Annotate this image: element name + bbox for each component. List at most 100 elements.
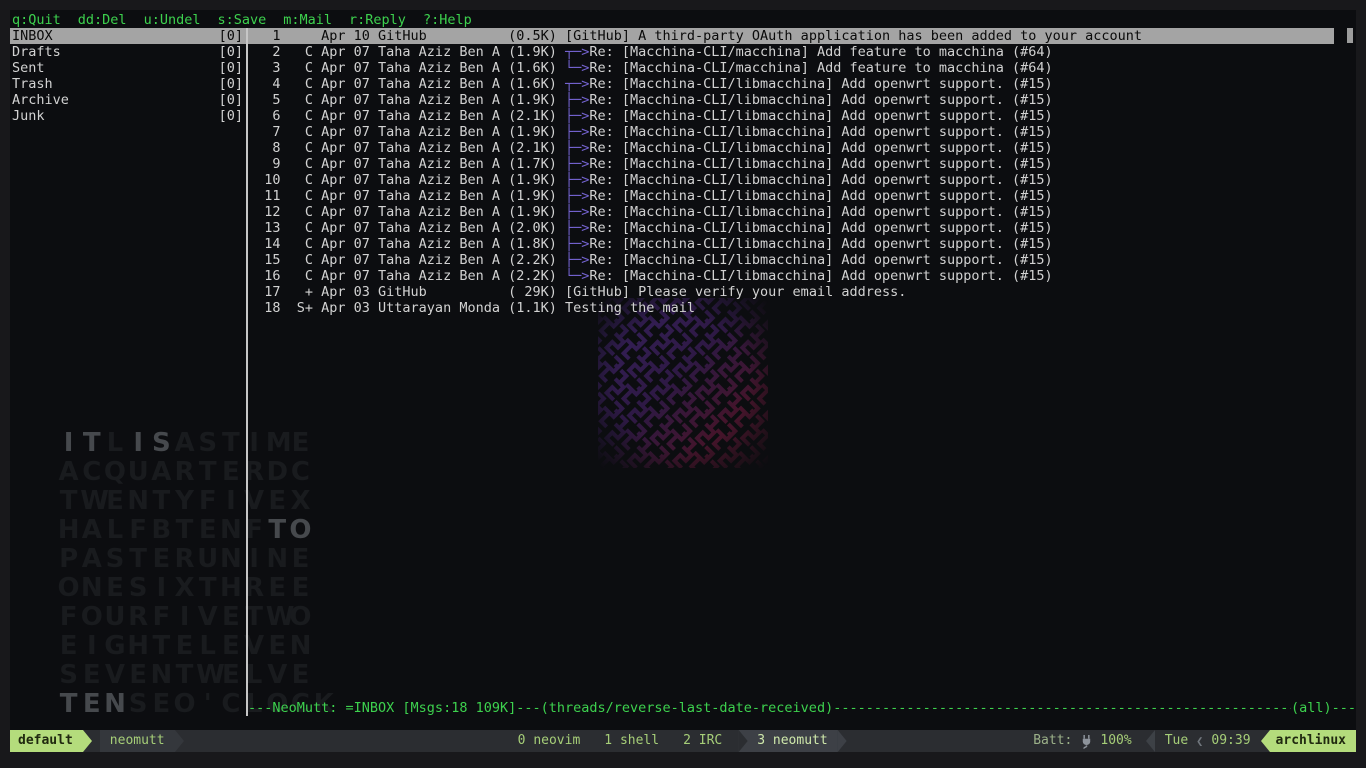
mail-row-meta: 7 C Apr 07 Taha Aziz Ben A (1.9K)	[248, 124, 565, 140]
wordclock-row-3: TWENTYFIVEX	[57, 487, 335, 516]
mail-row-12[interactable]: 12 C Apr 07 Taha Aziz Ben A (1.9K) ├─>Re…	[248, 204, 1334, 220]
mail-row-1[interactable]: 1 Apr 10 GitHub (0.5K) [GitHub] A third-…	[248, 28, 1334, 44]
thread-tree-icon: ├─>	[565, 252, 589, 268]
wordclock-letter: F	[57, 603, 80, 632]
sidebar-mailbox-drafts[interactable]: Drafts[0]	[10, 44, 246, 60]
wordclock-letter: O	[289, 603, 312, 632]
wordclock-letter: S	[196, 429, 219, 458]
mail-row-8[interactable]: 8 C Apr 07 Taha Aziz Ben A (2.1K) ├─>Re:…	[248, 140, 1334, 156]
wordclock-letter: U	[196, 545, 219, 574]
sidebar-mailbox-sent[interactable]: Sent[0]	[10, 60, 246, 76]
mail-row-16[interactable]: 16 C Apr 07 Taha Aziz Ben A (2.2K) └─>Re…	[248, 268, 1334, 284]
wordclock-letter: A	[57, 458, 80, 487]
thread-tree-icon: ├─>	[565, 108, 589, 124]
mail-subject: Re: [Macchina-CLI/libmacchina] Add openw…	[589, 76, 1052, 92]
wordclock-letter: N	[219, 545, 242, 574]
wordclock-letter: A	[173, 429, 196, 458]
wordclock-letter: E	[80, 690, 103, 719]
wordclock-letter: S	[103, 545, 126, 574]
wordclock-row-5: PASTERUNINE	[57, 545, 335, 574]
tmux-right-status: Batt: 100% Tue ❮ 09:39 archlinux	[1033, 730, 1356, 752]
wordclock-letter: T	[150, 487, 173, 516]
menu-item-help[interactable]: ?:Help	[423, 12, 472, 28]
mail-row-meta: 4 C Apr 07 Taha Aziz Ben A (1.6K)	[248, 76, 565, 92]
tmux-window-IRC[interactable]: 2 IRC	[671, 730, 734, 752]
wordclock-letter: E	[289, 661, 312, 690]
wordclock-letter: T	[150, 632, 173, 661]
mail-row-meta: 13 C Apr 07 Taha Aziz Ben A (2.0K)	[248, 220, 565, 236]
mail-row-11[interactable]: 11 C Apr 07 Taha Aziz Ben A (1.9K) ├─>Re…	[248, 188, 1334, 204]
wordclock-row-4: HALFBTENFTO	[57, 516, 335, 545]
mailbox-name: Trash	[12, 76, 53, 92]
sidebar-mailbox-archive[interactable]: Archive[0]	[10, 92, 246, 108]
menu-item-undelete[interactable]: u:Undel	[144, 12, 201, 28]
mail-row-6[interactable]: 6 C Apr 07 Taha Aziz Ben A (2.1K) ├─>Re:…	[248, 108, 1334, 124]
clock-time: 09:39	[1211, 730, 1250, 752]
wordclock-letter: L	[103, 516, 126, 545]
mail-subject: Re: [Macchina-CLI/libmacchina] Add openw…	[589, 252, 1052, 268]
mail-row-meta: 12 C Apr 07 Taha Aziz Ben A (1.9K)	[248, 204, 565, 220]
wordclock-letter: T	[173, 661, 196, 690]
scrollbar-thumb[interactable]	[1347, 28, 1353, 43]
wordclock-letter: T	[196, 458, 219, 487]
tmux-window-neovim[interactable]: 0 neovim	[506, 730, 593, 752]
tmux-session-name[interactable]: default	[10, 730, 83, 752]
wordclock-letter: I	[219, 487, 242, 516]
wordclock-letter: E	[266, 487, 289, 516]
battery-label: Batt:	[1033, 730, 1072, 752]
mail-row-7[interactable]: 7 C Apr 07 Taha Aziz Ben A (1.9K) ├─>Re:…	[248, 124, 1334, 140]
wordclock-letter: E	[219, 632, 242, 661]
wordclock-letter: U	[103, 603, 126, 632]
status-filler: ----------------------------------------…	[833, 700, 1291, 716]
status-right: (all)---	[1291, 700, 1356, 716]
wordclock-letter: V	[103, 661, 126, 690]
wordclock-letter: E	[219, 661, 242, 690]
mail-row-9[interactable]: 9 C Apr 07 Taha Aziz Ben A (1.7K) ├─>Re:…	[248, 156, 1334, 172]
thread-tree-icon: ├─>	[565, 172, 589, 188]
mail-row-10[interactable]: 10 C Apr 07 Taha Aziz Ben A (1.9K) ├─>Re…	[248, 172, 1334, 188]
mail-row-2[interactable]: 2 C Apr 07 Taha Aziz Ben A (1.9K) ┬─>Re:…	[248, 44, 1334, 60]
menu-item-save[interactable]: s:Save	[217, 12, 266, 28]
mail-row-3[interactable]: 3 C Apr 07 Taha Aziz Ben A (1.6K) └─>Re:…	[248, 60, 1334, 76]
powerline-arrow-icon	[83, 730, 92, 752]
sidebar-mailbox-junk[interactable]: Junk[0]	[10, 108, 246, 124]
wordclock-letter: F	[196, 487, 219, 516]
wordclock-letter: '	[196, 690, 219, 719]
wordclock-letter: W	[196, 661, 219, 690]
wordclock-letter: E	[103, 574, 126, 603]
thread-tree-icon: ├─>	[565, 220, 589, 236]
menu-item-delete[interactable]: dd:Del	[78, 12, 127, 28]
menu-item-quit[interactable]: q:Quit	[12, 12, 61, 28]
wordclock-letter: A	[150, 458, 173, 487]
wordclock-letter: E	[266, 632, 289, 661]
wordclock-letter: N	[127, 487, 150, 516]
mail-row-17[interactable]: 17 + Apr 03 GitHub ( 29K) [GitHub] Pleas…	[248, 284, 1334, 300]
battery-percent: 100%	[1100, 730, 1131, 752]
tmux-window-neomutt[interactable]: 3 neomutt	[747, 730, 837, 752]
sidebar-mailbox-trash[interactable]: Trash[0]	[10, 76, 246, 92]
menu-item-reply[interactable]: r:Reply	[349, 12, 406, 28]
mail-subject: Testing the mail	[565, 300, 695, 316]
clock-day: Tue	[1165, 730, 1188, 752]
mail-row-15[interactable]: 15 C Apr 07 Taha Aziz Ben A (2.2K) ├─>Re…	[248, 252, 1334, 268]
mail-row-14[interactable]: 14 C Apr 07 Taha Aziz Ben A (1.8K) ├─>Re…	[248, 236, 1334, 252]
thread-tree-icon: ┬─>	[565, 76, 589, 92]
mail-row-4[interactable]: 4 C Apr 07 Taha Aziz Ben A (1.6K) ┬─>Re:…	[248, 76, 1334, 92]
wordclock-letter: N	[266, 545, 289, 574]
mailbox-count: [0]	[219, 60, 243, 76]
mail-row-5[interactable]: 5 C Apr 07 Taha Aziz Ben A (1.9K) ├─>Re:…	[248, 92, 1334, 108]
mail-subject: Re: [Macchina-CLI/libmacchina] Add openw…	[589, 268, 1052, 284]
tmux-window-shell[interactable]: 1 shell	[592, 730, 671, 752]
wordclock-letter: E	[219, 458, 242, 487]
tmux-status-bar: default neomutt 0 neovim1 shell2 IRC3 ne…	[10, 730, 1356, 752]
sidebar-mailbox-inbox[interactable]: INBOX[0]	[10, 28, 246, 44]
status-left: ---NeoMutt: =INBOX [Msgs:18 109K]---(thr…	[248, 700, 833, 716]
menu-item-mail[interactable]: m:Mail	[283, 12, 332, 28]
wordclock-letter: B	[150, 516, 173, 545]
wordclock-letter: V	[266, 661, 289, 690]
mail-subject: Re: [Macchina-CLI/libmacchina] Add openw…	[589, 92, 1052, 108]
tmux-window-active-segment: 3 neomutt	[738, 730, 837, 752]
mail-row-13[interactable]: 13 C Apr 07 Taha Aziz Ben A (2.0K) ├─>Re…	[248, 220, 1334, 236]
wordclock-letter: I	[127, 429, 150, 458]
mail-row-18[interactable]: 18 S+ Apr 03 Uttarayan Monda (1.1K) Test…	[248, 300, 1334, 316]
